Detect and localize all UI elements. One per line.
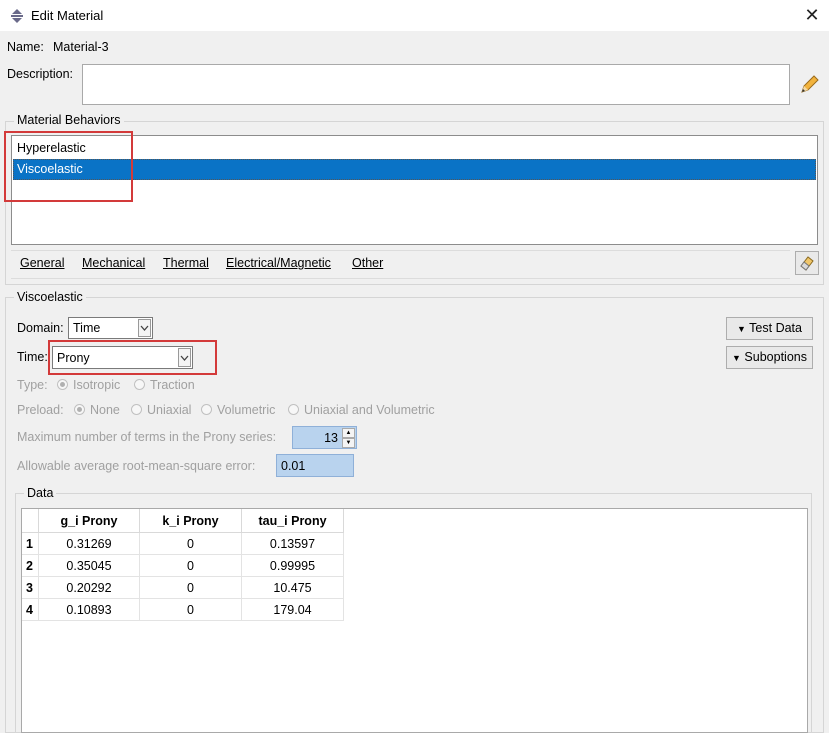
viscoelastic-title: Viscoelastic <box>14 290 86 304</box>
table-cell[interactable]: 0.31269 <box>38 532 140 555</box>
max-terms-value: 13 <box>324 431 338 445</box>
menu-mechanical[interactable]: Mechanical <box>82 256 145 270</box>
highlight-box-time <box>48 340 217 375</box>
table-row: 3 0.20292 0 10.475 <box>22 576 344 599</box>
table-cell[interactable]: 0 <box>139 532 242 555</box>
radio-preload-uniaxial[interactable] <box>131 404 142 415</box>
suboptions-button[interactable]: ▼ Suboptions <box>726 346 813 369</box>
radio-preload-none[interactable] <box>74 404 85 415</box>
preload-uniaxial-volumetric-label: Uniaxial and Volumetric <box>304 403 435 417</box>
menu-general[interactable]: General <box>20 256 64 270</box>
menu-other[interactable]: Other <box>352 256 383 270</box>
radio-preload-volumetric[interactable] <box>201 404 212 415</box>
radio-isotropic[interactable] <box>57 379 68 390</box>
preload-uniaxial-label: Uniaxial <box>147 403 192 417</box>
type-traction-label: Traction <box>150 378 195 392</box>
rms-field[interactable]: 0.01 <box>276 454 354 477</box>
row-index: 3 <box>22 576 39 599</box>
column-header[interactable]: k_i Prony <box>139 509 242 533</box>
table-cell[interactable]: 10.475 <box>241 576 344 599</box>
eraser-icon <box>800 256 814 271</box>
table-row: 4 0.10893 0 179.04 <box>22 598 344 621</box>
table-row: 1 0.31269 0 0.13597 <box>22 532 344 555</box>
table-corner <box>22 509 39 533</box>
test-data-label: Test Data <box>749 321 802 335</box>
max-terms-spinbox[interactable]: 13 ▲ ▼ <box>292 426 357 449</box>
table-cell[interactable]: 0.13597 <box>241 532 344 555</box>
test-data-button[interactable]: ▼ Test Data <box>726 317 813 340</box>
data-table-area[interactable]: g_i Prony k_i Prony tau_i Prony 1 0.3126… <box>21 508 808 733</box>
table-cell[interactable]: 0 <box>139 598 242 621</box>
menu-thermal[interactable]: Thermal <box>163 256 209 270</box>
pencil-icon[interactable] <box>798 74 820 96</box>
row-index: 4 <box>22 598 39 621</box>
name-value: Material-3 <box>53 40 109 54</box>
close-icon[interactable]: ✕ <box>802 4 822 26</box>
description-field[interactable] <box>82 64 790 105</box>
material-behaviors-title: Material Behaviors <box>14 113 124 127</box>
rms-label: Allowable average root-mean-square error… <box>17 459 256 473</box>
app-icon <box>11 9 23 23</box>
title-bar: Edit Material ✕ <box>0 0 829 31</box>
type-label: Type: <box>17 378 48 392</box>
table-cell[interactable]: 0.35045 <box>38 554 140 577</box>
row-index: 1 <box>22 532 39 555</box>
highlight-box-behaviors <box>4 131 133 202</box>
suboptions-label: Suboptions <box>744 350 807 364</box>
table-cell[interactable]: 0.20292 <box>38 576 140 599</box>
description-label: Description: <box>7 67 73 81</box>
menu-electrical-magnetic[interactable]: Electrical/Magnetic <box>226 256 331 270</box>
column-header[interactable]: tau_i Prony <box>241 509 344 533</box>
caret-down-icon: ▼ <box>732 353 741 363</box>
preload-volumetric-label: Volumetric <box>217 403 276 417</box>
table-cell[interactable]: 0.99995 <box>241 554 344 577</box>
table-cell[interactable]: 0.10893 <box>38 598 140 621</box>
type-isotropic-label: Isotropic <box>73 378 121 392</box>
behavior-item-hyperelastic[interactable]: Hyperelastic <box>13 138 816 159</box>
column-header[interactable]: g_i Prony <box>38 509 140 533</box>
window-title: Edit Material <box>31 8 104 23</box>
table-cell[interactable]: 0 <box>139 554 242 577</box>
name-label: Name: <box>7 40 44 54</box>
delete-behavior-button[interactable] <box>795 251 819 275</box>
spin-up-icon[interactable]: ▲ <box>342 428 355 438</box>
preload-label: Preload: <box>17 403 64 417</box>
radio-preload-uniaxial-volumetric[interactable] <box>288 404 299 415</box>
row-index: 2 <box>22 554 39 577</box>
data-title: Data <box>24 486 57 500</box>
domain-label: Domain: <box>17 321 64 335</box>
domain-select[interactable]: Time <box>68 317 153 339</box>
time-label: Time: <box>17 350 48 364</box>
spin-down-icon[interactable]: ▼ <box>342 438 355 448</box>
behavior-item-viscoelastic[interactable]: Viscoelastic <box>13 159 816 180</box>
max-terms-label: Maximum number of terms in the Prony ser… <box>17 430 277 444</box>
data-table[interactable]: g_i Prony k_i Prony tau_i Prony 1 0.3126… <box>22 509 344 621</box>
radio-traction[interactable] <box>134 379 145 390</box>
table-cell[interactable]: 179.04 <box>241 598 344 621</box>
chevron-down-icon <box>138 319 151 337</box>
table-cell[interactable]: 0 <box>139 576 242 599</box>
table-header-row: g_i Prony k_i Prony tau_i Prony <box>22 509 344 533</box>
preload-none-label: None <box>90 403 120 417</box>
domain-value: Time <box>73 321 101 335</box>
table-row: 2 0.35045 0 0.99995 <box>22 554 344 577</box>
caret-down-icon: ▼ <box>737 324 746 334</box>
